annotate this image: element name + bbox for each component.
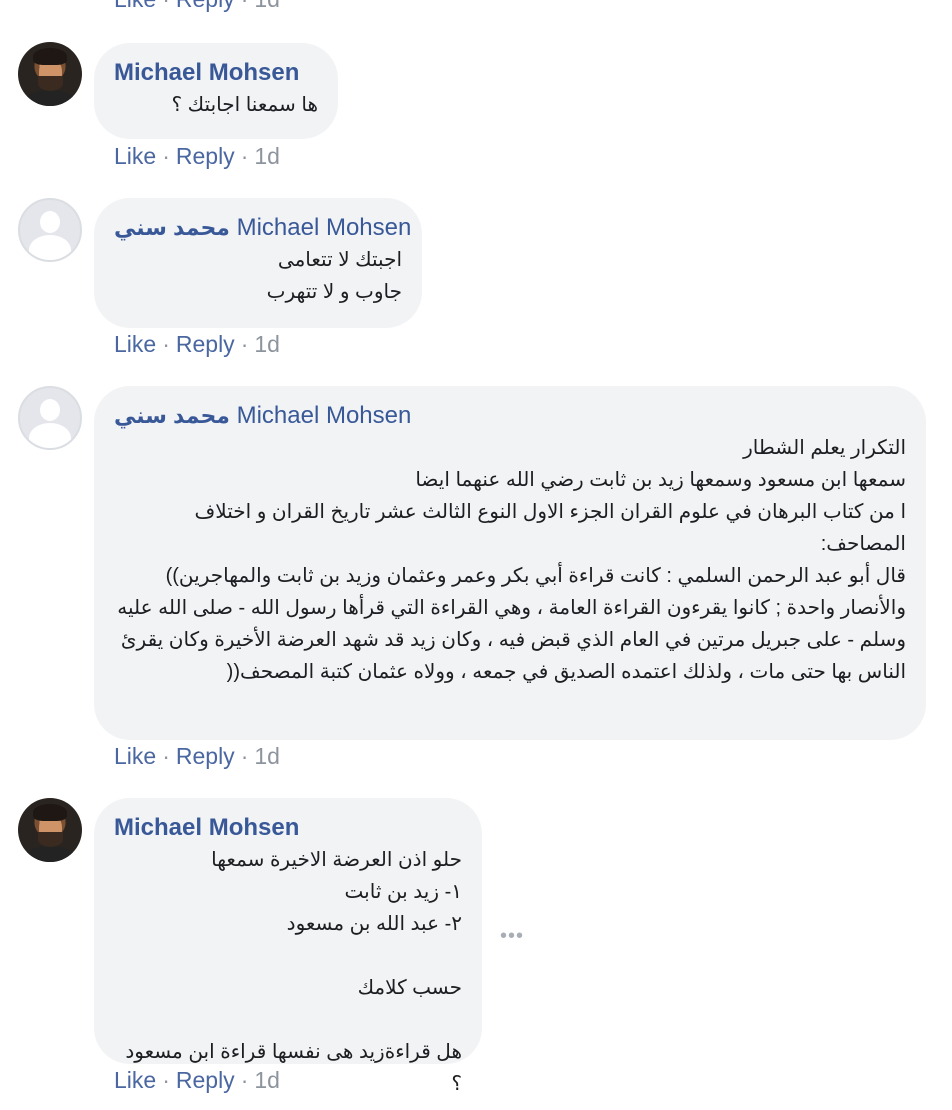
avatar[interactable]	[18, 198, 82, 262]
comment-text: حلو اذن العرضة الاخيرة سمعها ١- زيد بن ث…	[125, 849, 462, 1095]
comment-bubble: محمد سني Michael Mohsen التكرار يعلم الش…	[94, 386, 926, 740]
like-link[interactable]: Like	[114, 0, 156, 12]
more-options-icon[interactable]: •••	[500, 925, 524, 948]
like-link[interactable]: Like	[114, 743, 156, 769]
comment-actions: Like · Reply · 1d	[114, 1067, 280, 1094]
reply-link[interactable]: Reply	[176, 0, 235, 12]
author-line: محمد سني Michael Mohsen	[114, 400, 906, 432]
comment-actions-top: Like · Reply · 1d	[114, 0, 280, 13]
timestamp[interactable]: 1d	[254, 1067, 280, 1093]
reply-link[interactable]: Reply	[176, 143, 235, 169]
comment-actions: Like · Reply · 1d	[114, 331, 280, 358]
comment-text: اجبتك لا تتعامى جاوب و لا تتهرب	[266, 249, 402, 303]
separator: ·	[162, 743, 170, 769]
mentioned-user[interactable]: محمد سني	[114, 403, 230, 428]
comment-actions: Like · Reply · 1d	[114, 143, 280, 170]
avatar[interactable]	[18, 42, 82, 106]
comment-actions: Like · Reply · 1d	[114, 743, 280, 770]
separator: ·	[240, 1067, 249, 1093]
timestamp[interactable]: 1d	[254, 143, 280, 169]
author-name[interactable]: Michael Mohsen	[114, 59, 299, 86]
separator: ·	[240, 143, 249, 169]
like-link[interactable]: Like	[114, 1067, 156, 1093]
reply-link[interactable]: Reply	[176, 331, 235, 357]
separator: ·	[240, 743, 249, 769]
author-name[interactable]: Michael Mohsen	[237, 402, 412, 429]
comment-bubble: محمد سني Michael Mohsen اجبتك لا تتعامى …	[94, 198, 422, 328]
author-name[interactable]: Michael Mohsen	[237, 214, 412, 241]
comment-text: التكرار يعلم الشطار سمعها ابن مسعود وسمع…	[117, 437, 906, 683]
comment-text: ها سمعنا اجابتك ؟	[171, 94, 319, 116]
reply-link[interactable]: Reply	[176, 743, 235, 769]
separator: ·	[162, 143, 170, 169]
comment-bubble: Michael Mohsen ها سمعنا اجابتك ؟	[94, 43, 338, 139]
author-line: Michael Mohsen	[114, 812, 462, 844]
like-link[interactable]: Like	[114, 331, 156, 357]
separator: ·	[240, 331, 249, 357]
author-line: محمد سني Michael Mohsen	[114, 212, 411, 244]
like-link[interactable]: Like	[114, 143, 156, 169]
separator: ·	[162, 0, 170, 12]
author-line: Michael Mohsen	[114, 57, 318, 89]
separator: ·	[162, 331, 170, 357]
timestamp[interactable]: 1d	[254, 0, 280, 12]
author-name[interactable]: Michael Mohsen	[114, 814, 299, 841]
timestamp[interactable]: 1d	[254, 331, 280, 357]
avatar[interactable]	[18, 798, 82, 862]
reply-link[interactable]: Reply	[176, 1067, 235, 1093]
mentioned-user[interactable]: محمد سني	[114, 215, 230, 240]
separator: ·	[241, 0, 249, 12]
timestamp[interactable]: 1d	[254, 743, 280, 769]
comment-bubble: Michael Mohsen حلو اذن العرضة الاخيرة سم…	[94, 798, 482, 1095]
avatar[interactable]	[18, 386, 82, 450]
separator: ·	[162, 1067, 170, 1093]
